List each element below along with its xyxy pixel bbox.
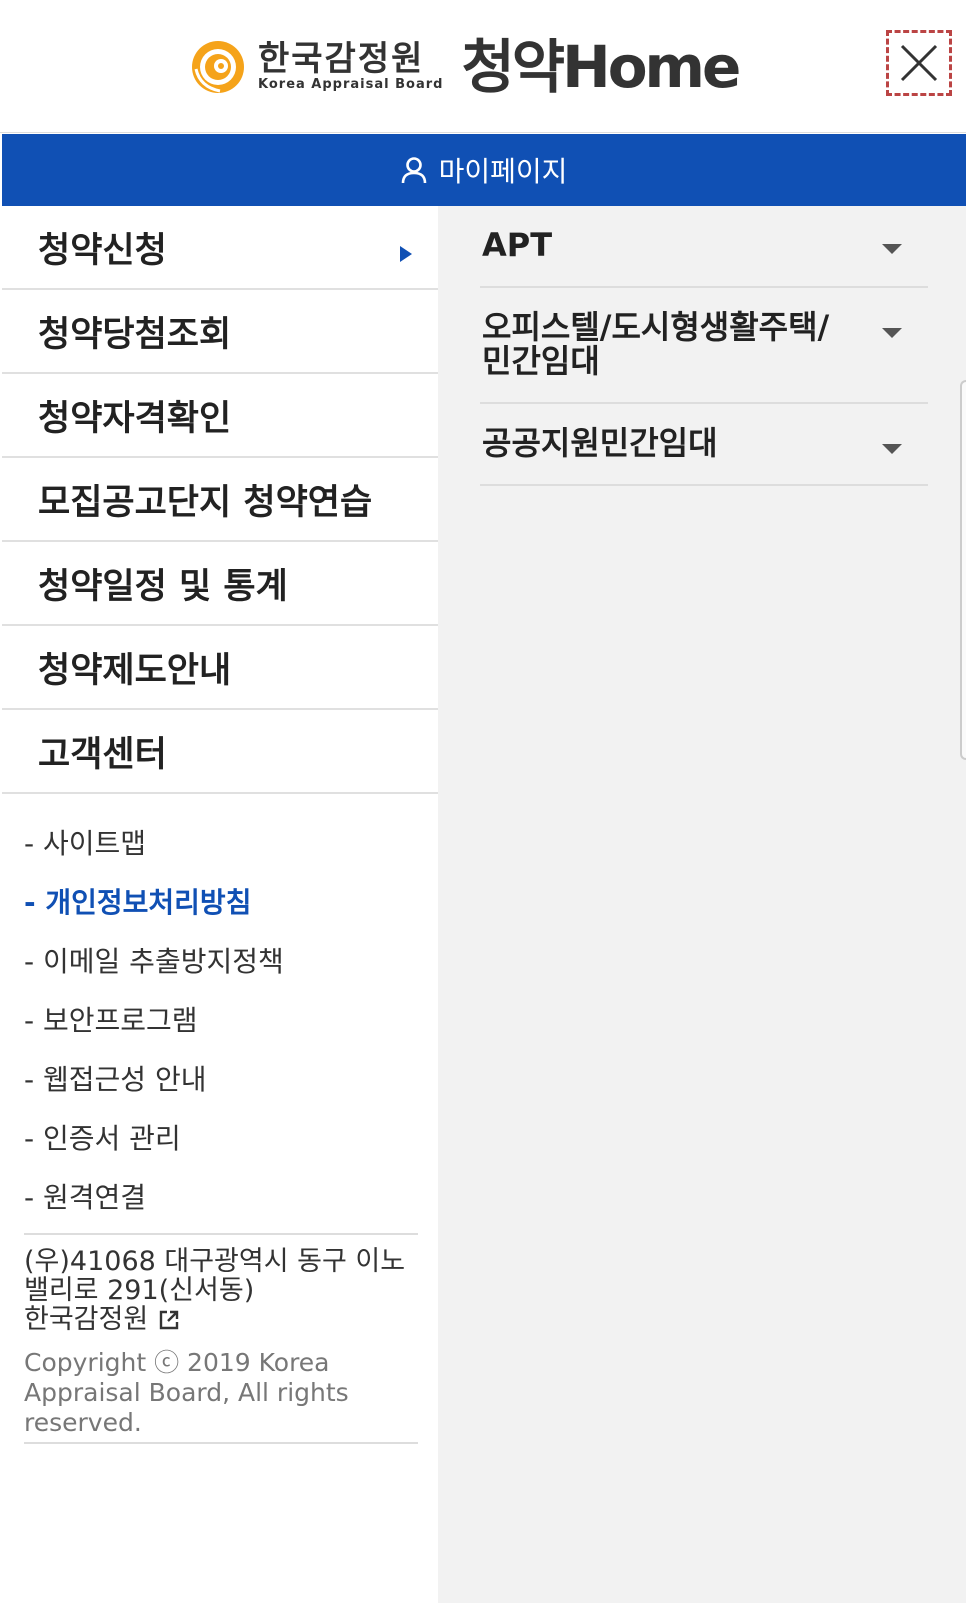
menu-item-label: 청약제도안내 (38, 650, 232, 691)
menu-item-label: 모집공고단지 청약연습 (38, 482, 373, 523)
submenu-item-label: 오피스텔/도시형생활주택/민간임대 (482, 308, 830, 380)
submenu-panel: APT 오피스텔/도시형생활주택/민간임대 공공지원민간임대 (438, 206, 966, 1603)
link-remote-connection[interactable]: - 원격연결 (24, 1166, 438, 1225)
menu-item-schedule-stats[interactable]: 청약일정 및 통계 (2, 542, 438, 626)
external-link-icon (160, 1310, 179, 1329)
submenu-item-label: 공공지원민간임대 (482, 424, 718, 462)
caret-down-icon (882, 244, 902, 254)
header: 한국감정원 Korea Appraisal Board 청약Home (0, 0, 966, 133)
mypage-button[interactable]: 마이페이지 (2, 134, 966, 206)
scroll-handle[interactable] (960, 380, 966, 760)
org-name-en: Korea Appraisal Board (258, 77, 444, 92)
menu-item-label: 청약일정 및 통계 (38, 566, 288, 607)
menu-item-system-guide[interactable]: 청약제도안내 (2, 626, 438, 710)
link-certificate-management[interactable]: - 인증서 관리 (24, 1107, 438, 1166)
org-name: 한국감정원 Korea Appraisal Board (258, 41, 443, 93)
menu-item-practice[interactable]: 모집공고단지 청약연습 (2, 458, 438, 542)
submenu-item-apt[interactable]: APT (480, 206, 928, 288)
menu-item-label: 청약자격확인 (38, 398, 232, 439)
menu-item-winner-lookup[interactable]: 청약당첨조회 (2, 290, 438, 374)
org-name-kr: 한국감정원 (258, 39, 425, 79)
submenu-item-public-rental[interactable]: 공공지원민간임대 (480, 404, 928, 486)
footer-links: - 사이트맵 - 개인정보처리방침 - 이메일 추출방지정책 - 보안프로그램 … (2, 794, 438, 1225)
arrow-right-icon (400, 246, 412, 262)
link-web-accessibility[interactable]: - 웹접근성 안내 (24, 1048, 438, 1107)
close-button[interactable] (886, 30, 952, 96)
menu-item-eligibility-check[interactable]: 청약자격확인 (2, 374, 438, 458)
address: (우)41068 대구광역시 동구 이노밸리로 291(신서동) 한국감정원 (24, 1247, 418, 1334)
mypage-label: 마이페이지 (438, 155, 568, 188)
menu-item-label: 청약신청 (38, 230, 167, 271)
link-email-policy[interactable]: - 이메일 추출방지정책 (24, 930, 438, 989)
org-link-label: 한국감정원 (24, 1304, 149, 1335)
caret-down-icon (882, 328, 902, 338)
menu-item-customer-center[interactable]: 고객센터 (2, 710, 438, 794)
site-logo[interactable]: 한국감정원 Korea Appraisal Board 청약Home (190, 32, 741, 102)
main-menu: 청약신청 청약당첨조회 청약자격확인 모집공고단지 청약연습 청약일정 및 통계… (2, 206, 438, 1603)
menu-item-label: 청약당첨조회 (38, 314, 232, 355)
menu-item-label: 고객센터 (38, 734, 167, 775)
caret-down-icon (882, 444, 902, 454)
link-sitemap[interactable]: - 사이트맵 (24, 812, 438, 871)
link-security-program[interactable]: - 보안프로그램 (24, 989, 438, 1048)
footer-info: (우)41068 대구광역시 동구 이노밸리로 291(신서동) 한국감정원 C… (24, 1233, 418, 1444)
person-icon (401, 157, 426, 184)
menu-item-subscription-apply[interactable]: 청약신청 (2, 206, 438, 290)
logo-swirl-icon (192, 41, 244, 93)
submenu-item-officetel[interactable]: 오피스텔/도시형생활주택/민간임대 (480, 288, 928, 404)
submenu-item-label: APT (482, 226, 553, 264)
link-privacy-policy[interactable]: - 개인정보처리방침 (24, 871, 438, 930)
copyright: Copyright ⓒ 2019 Korea Appraisal Board, … (24, 1348, 349, 1437)
address-text: (우)41068 대구광역시 동구 이노밸리로 291(신서동) (24, 1246, 406, 1306)
service-name: 청약Home (461, 33, 741, 101)
org-link[interactable]: 한국감정원 (24, 1305, 180, 1334)
close-icon (900, 44, 938, 82)
